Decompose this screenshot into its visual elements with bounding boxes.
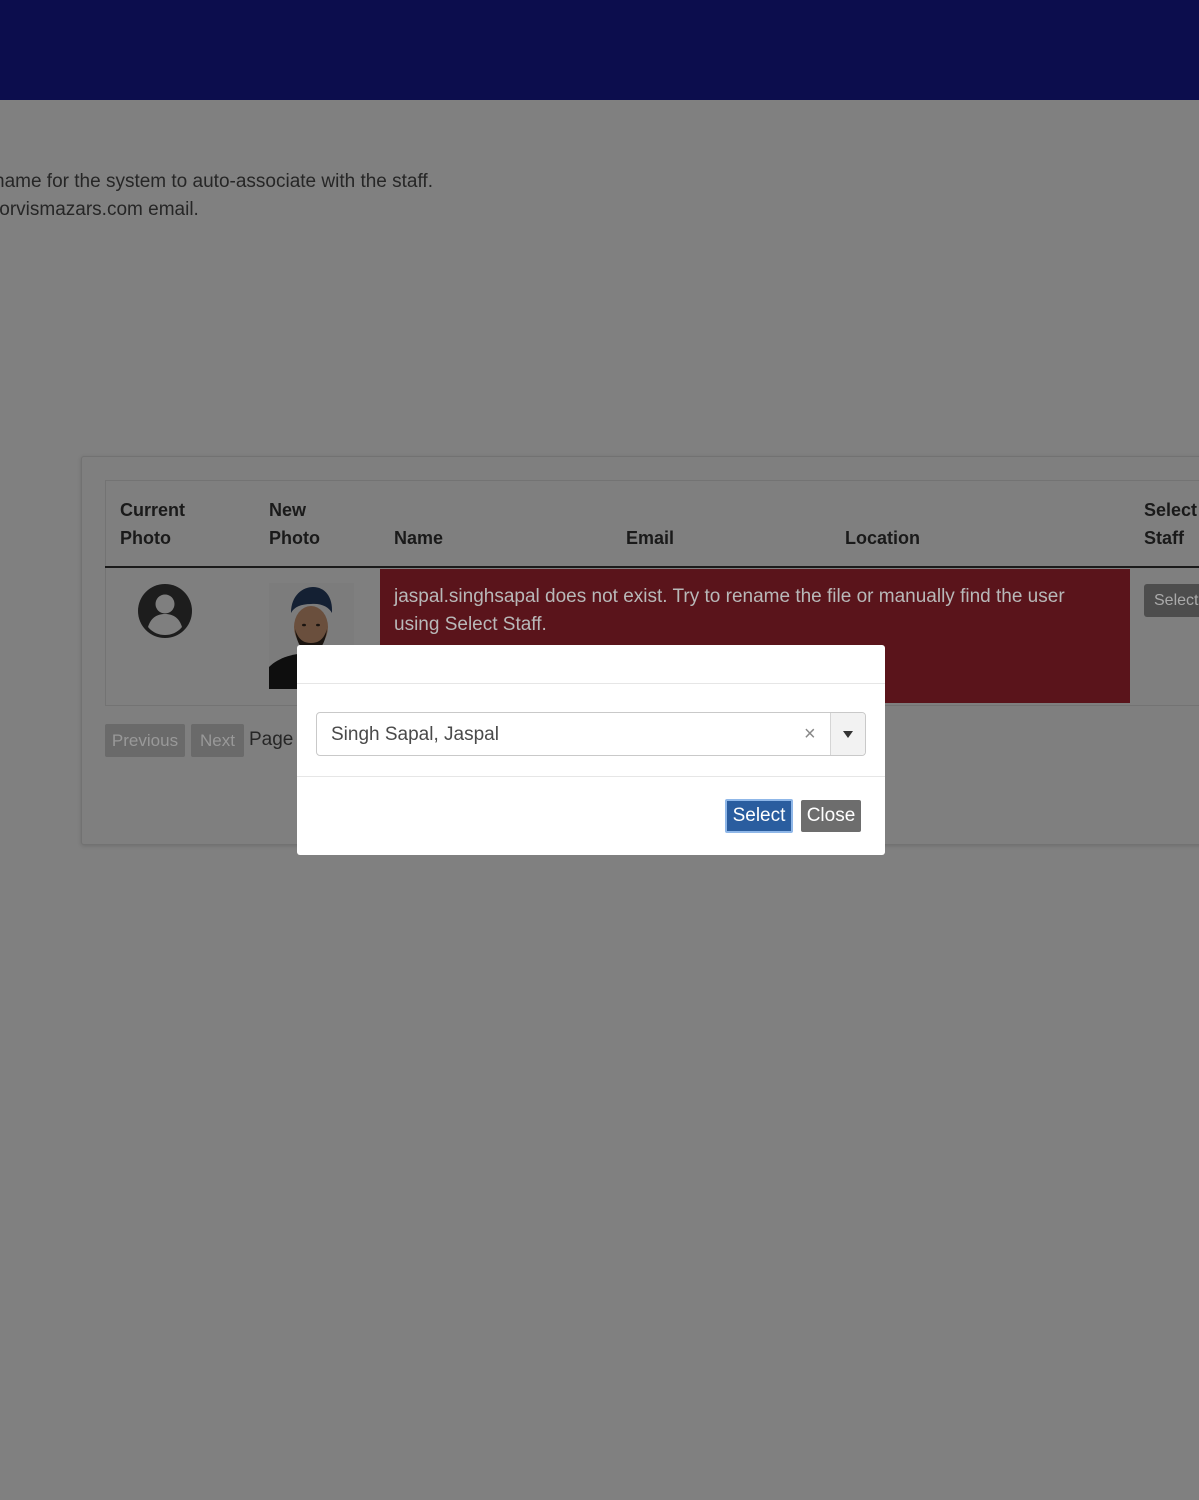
header-name: Name (394, 528, 444, 548)
error-message: jaspal.singhsapal does not exist. Try to… (394, 586, 1065, 635)
table-header-divider (105, 566, 1199, 568)
header-select-staff-line1: Select (1144, 500, 1198, 520)
modal-footer-divider (297, 776, 885, 777)
header-current-photo-line2: Photo (120, 528, 171, 548)
clear-icon[interactable]: × (804, 713, 816, 755)
instructions-text: name for the system to auto-associate wi… (0, 168, 433, 224)
select-staff-button[interactable]: Select (1144, 584, 1199, 617)
header-current-photo: Current Photo (120, 496, 185, 552)
staff-select-value: Singh Sapal, Jaspal (331, 724, 499, 745)
header-location: Location (845, 528, 920, 548)
top-navigation-bar (0, 0, 1199, 100)
page-label: Page (249, 729, 294, 750)
header-select-staff-line2: Staff (1144, 528, 1184, 548)
header-new-photo: New Photo (269, 496, 320, 552)
staff-select-dropdown[interactable]: Singh Sapal, Jaspal × (316, 712, 866, 756)
modal-header (297, 645, 885, 684)
dropdown-toggle[interactable] (830, 713, 865, 755)
header-new-photo-line2: Photo (269, 528, 320, 548)
next-button[interactable]: Next (191, 724, 244, 757)
header-email: Email (626, 528, 675, 548)
header-new-photo-line1: New (269, 500, 307, 520)
instructions-line-2: forvismazars.com email. (0, 199, 199, 220)
instructions-line-1: name for the system to auto-associate wi… (0, 171, 433, 192)
chevron-down-icon (843, 731, 853, 738)
header-select-staff: Select Staff (1144, 496, 1197, 552)
modal-close-button[interactable]: Close (801, 800, 861, 832)
header-current-photo-line1: Current (120, 500, 186, 520)
user-circle-icon (137, 583, 193, 639)
select-staff-modal: Singh Sapal, Jaspal × Select Close (297, 645, 885, 855)
previous-button[interactable]: Previous (105, 724, 185, 757)
modal-select-button[interactable]: Select (725, 799, 793, 833)
